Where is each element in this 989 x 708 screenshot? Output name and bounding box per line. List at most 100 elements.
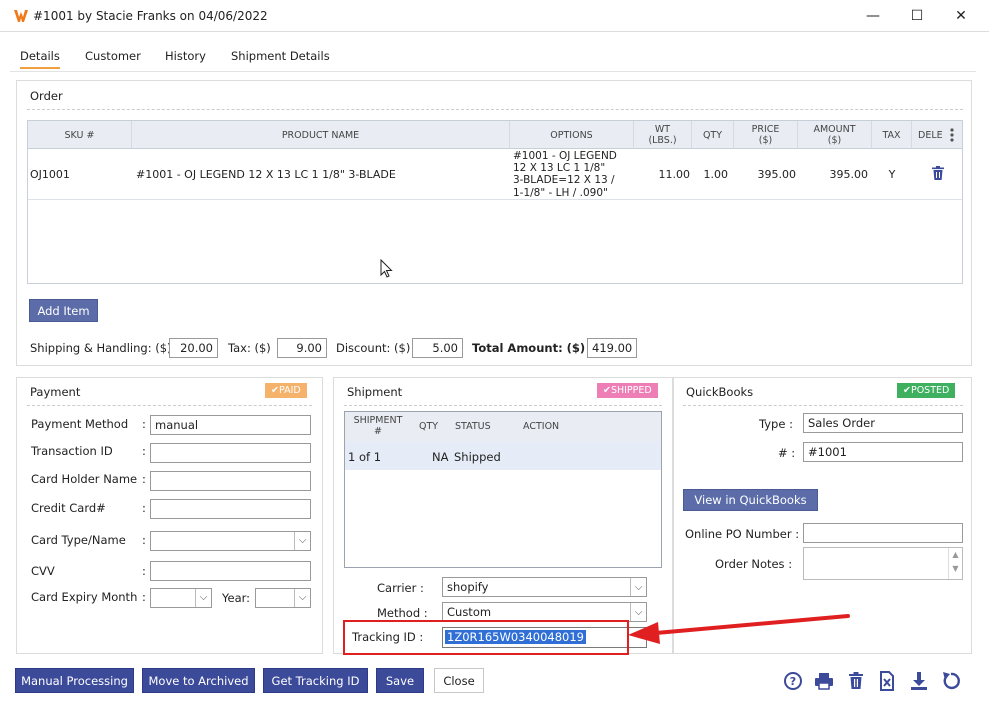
tax-input[interactable]: 9.00 [277,338,327,358]
tab-shipment-details[interactable]: Shipment Details [231,49,330,63]
app-logo-icon [14,10,28,22]
colon: : [142,533,146,547]
row-sku: OJ1001 [30,168,70,181]
method-select[interactable]: Custom [442,602,647,622]
row-options-line: 12 X 13 LC 1 1/8" [513,162,606,175]
cancel-order-icon[interactable] [876,670,898,692]
get-tracking-id-button[interactable]: Get Tracking ID [263,668,368,693]
order-section-title: Order [30,89,63,103]
col-weight[interactable]: WT (LBS.) [634,121,692,149]
col-shipment-action[interactable]: ACTION [523,421,559,432]
qb-number-input[interactable]: #1001 [803,442,963,462]
order-notes-textarea[interactable]: ▲ ▼ [803,547,963,580]
carrier-select[interactable]: shopify [442,577,647,597]
col-sku[interactable]: SKU # [28,121,132,149]
expiry-year-select[interactable]: ⌵ [255,588,311,608]
row-options-line: #1001 - OJ LEGEND [513,150,617,162]
print-icon[interactable] [813,670,835,692]
online-po-label: Online PO Number : [685,527,800,541]
tab-bar: Details Customer History Shipment Detail… [10,40,976,72]
tracking-id-label: Tracking ID : [352,630,424,644]
minimize-button[interactable]: — [862,5,884,27]
shipment-row-qty: NA [432,450,449,464]
add-item-button[interactable]: Add Item [29,299,98,322]
shipped-badge: ✔SHIPPED [597,383,658,398]
cvv-label: CVV [31,564,55,578]
row-options: #1001 - OJ LEGEND 12 X 13 LC 1 1/8" 3-BL… [513,150,635,199]
colon: : [142,590,146,604]
order-items-grid: SKU # PRODUCT NAME OPTIONS WT (LBS.) QTY… [27,120,963,284]
chevron-down-icon: ⌵ [294,589,310,607]
total-amount-label: Total Amount: ($) [472,341,586,355]
transaction-id-label: Transaction ID [31,444,113,458]
tab-customer[interactable]: Customer [85,49,141,63]
row-price: 395.00 [757,168,797,181]
online-po-input[interactable] [803,523,963,543]
shipment-row-status: Shipped [454,450,501,464]
order-notes-label: Order Notes : [715,557,793,571]
order-grid-header: SKU # PRODUCT NAME OPTIONS WT (LBS.) QTY… [28,121,962,149]
maximize-button[interactable]: ☐ [906,5,928,27]
qb-number-label: # : [778,446,796,460]
col-options[interactable]: OPTIONS [510,121,634,149]
window-title: #1001 by Stacie Franks on 04/06/2022 [33,9,268,23]
delete-icon[interactable] [845,670,867,692]
col-tax[interactable]: TAX [872,121,912,149]
carrier-label: Carrier : [377,581,424,595]
svg-text:?: ? [790,675,796,688]
cvv-input[interactable] [150,561,311,581]
discount-input[interactable]: 5.00 [412,338,463,358]
close-button[interactable]: Close [434,668,484,693]
col-shipment[interactable]: SHIPMENT # [349,415,407,437]
move-to-archived-button[interactable]: Move to Archived [142,668,255,693]
row-product-name: #1001 - OJ LEGEND 12 X 13 LC 1 1/8" 3-BL… [136,168,396,181]
transaction-id-input[interactable] [150,443,311,463]
qb-type-input[interactable]: Sales Order [803,413,963,433]
expiry-month-select[interactable]: ⌵ [150,588,212,608]
row-options-line: 1-1/8" - LH / .090" [513,186,608,199]
col-shipment-status[interactable]: STATUS [455,421,491,432]
shipment-row[interactable]: 1 of 1 NA Shipped [345,442,661,470]
shipment-divider [344,405,662,406]
help-icon[interactable]: ? [782,670,804,692]
col-qty[interactable]: QTY [692,121,734,149]
order-row[interactable]: OJ1001 #1001 - OJ LEGEND 12 X 13 LC 1 1/… [28,149,962,200]
tab-details[interactable]: Details [20,49,60,69]
credit-card-input[interactable] [150,499,311,519]
row-tax: Y [888,168,896,181]
col-product-name[interactable]: PRODUCT NAME [132,121,510,149]
card-holder-label: Card Holder Name [31,472,138,486]
payment-divider [27,405,312,406]
download-icon[interactable] [908,670,930,692]
chevron-down-icon[interactable]: ⌵ [630,578,646,596]
colon: : [142,501,146,515]
tab-history[interactable]: History [165,49,206,63]
card-type-select[interactable]: ⌵ [150,531,311,551]
refresh-icon[interactable] [940,670,962,692]
payment-method-input[interactable]: manual [150,415,311,435]
card-type-label: Card Type/Name [31,533,126,547]
qb-type-label: Type : [759,417,793,431]
total-amount-input[interactable]: 419.00 [587,338,637,358]
notes-scrollbar[interactable]: ▲ ▼ [948,548,962,579]
shipment-grid: SHIPMENT # QTY STATUS ACTION 1 of 1 NA S… [344,411,662,568]
shipment-section-title: Shipment [347,385,403,399]
manual-processing-button[interactable]: Manual Processing [15,668,134,693]
col-amount[interactable]: AMOUNT ($) [798,121,872,149]
shipment-row-number: 1 of 1 [348,450,382,464]
col-delete[interactable]: DELE [912,121,946,149]
save-button[interactable]: Save [376,668,424,693]
row-options-line: 3-BLADE=12 X 13 / [513,174,615,187]
view-in-quickbooks-button[interactable]: View in QuickBooks [683,489,818,511]
col-shipment-qty[interactable]: QTY [419,421,438,432]
trash-icon[interactable] [932,166,944,180]
close-window-button[interactable]: ✕ [950,5,972,27]
credit-card-label: Credit Card# [31,501,106,515]
shipping-input[interactable]: 20.00 [169,338,218,358]
quickbooks-section-title: QuickBooks [686,385,754,399]
kebab-icon[interactable] [946,127,958,143]
mouse-pointer-icon [380,259,393,278]
col-price[interactable]: PRICE ($) [734,121,798,149]
card-holder-input[interactable] [150,471,311,491]
discount-label: Discount: ($) [336,341,411,355]
